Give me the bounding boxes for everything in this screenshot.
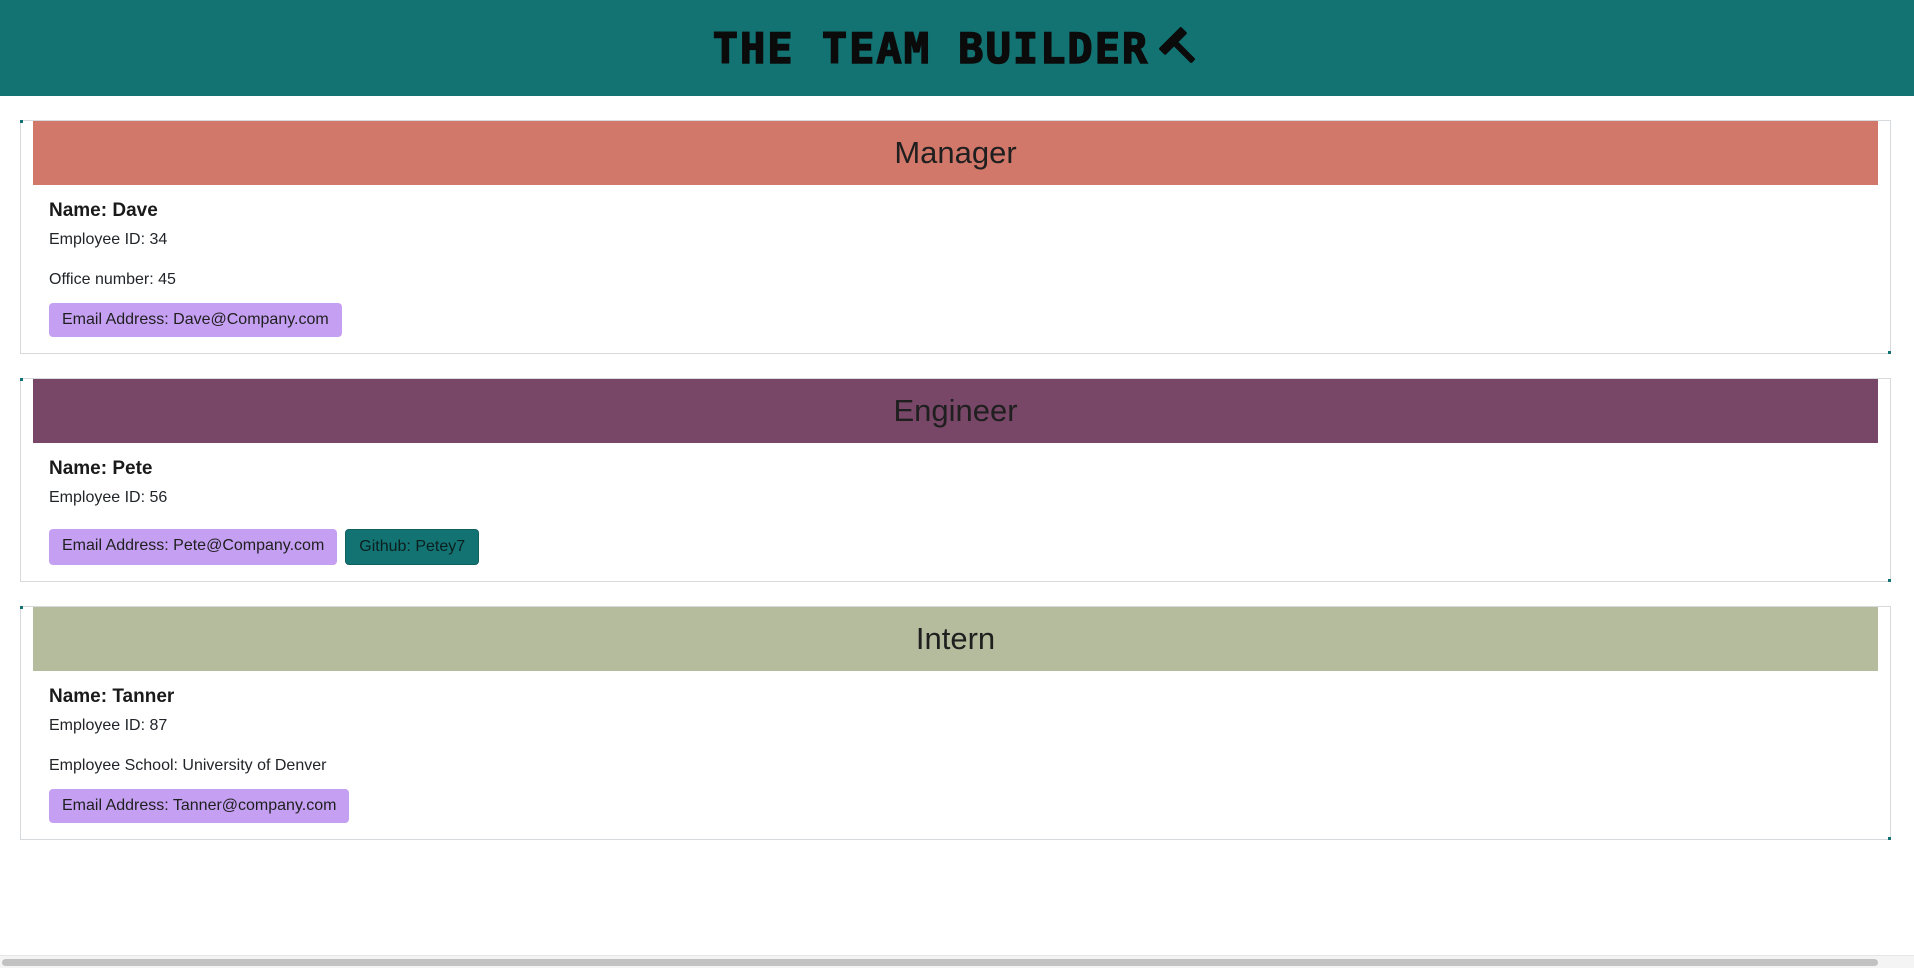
employee-name: Name: Pete [49,458,153,479]
intern-card: Intern Name: Tanner Employee ID: 87 Empl… [20,606,1891,840]
role-title: Intern [915,621,996,656]
employee-id: Employee ID: 34 [49,231,168,248]
employee-name: Name: Tanner [49,686,175,707]
employee-school: Employee School: University of Denver [49,757,327,774]
engineer-card: Engineer Name: Pete Employee ID: 56 Emai… [20,378,1891,582]
role-title: Engineer [893,393,1018,428]
employee-name: Name: Dave [49,200,158,221]
hammer-icon [1159,27,1196,63]
employee-id: Employee ID: 56 [49,489,168,506]
engineer-card-header: Engineer [33,379,1878,443]
office-number: Office number: 45 [49,271,176,288]
manager-card: Manager Name: Dave Employee ID: 34 Offic… [20,120,1891,354]
contact-chips: Email Address: Tanner@company.com [49,789,1862,823]
intern-card-body: Name: Tanner Employee ID: 87 Employee Sc… [21,671,1890,839]
scrollbar-thumb[interactable] [2,959,1878,966]
site-title: THE TEAM BUILDER [712,23,1202,74]
manager-card-body: Name: Dave Employee ID: 34 Office number… [21,185,1890,353]
team-cards: Manager Name: Dave Employee ID: 34 Offic… [20,120,1891,864]
email-link[interactable]: Email Address: Pete@Company.com [49,529,338,565]
manager-card-header: Manager [33,121,1878,185]
horizontal-scrollbar[interactable] [0,955,1914,968]
engineer-card-body: Name: Pete Employee ID: 56 Email Address… [21,443,1890,581]
github-link[interactable]: Github: Petey7 [345,529,480,565]
employee-id: Employee ID: 87 [49,717,168,734]
site-title-text: THE TEAM BUILDER [712,23,1150,74]
contact-chips: Email Address: Dave@Company.com [49,303,1862,337]
email-link[interactable]: Email Address: Dave@Company.com [49,303,342,337]
contact-chips: Email Address: Pete@Company.com Github: … [49,529,1862,565]
site-header: THE TEAM BUILDER [0,0,1914,96]
role-title: Manager [894,135,1017,170]
email-link[interactable]: Email Address: Tanner@company.com [49,789,350,823]
intern-card-header: Intern [33,607,1878,671]
